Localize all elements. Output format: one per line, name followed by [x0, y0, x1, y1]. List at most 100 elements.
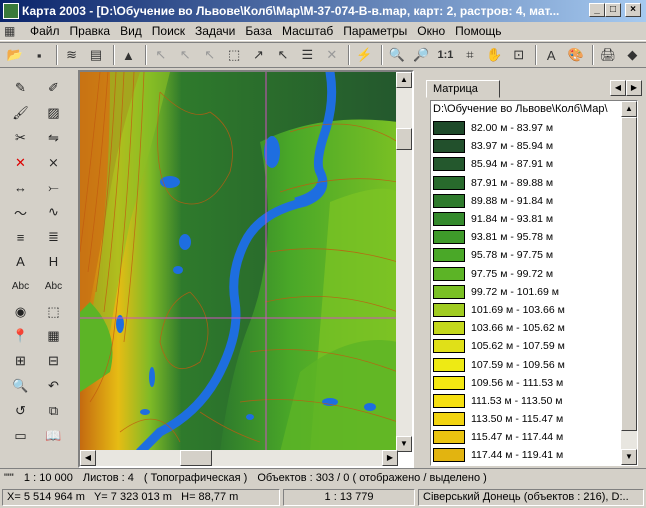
- grid-edit-icon[interactable]: ⊟: [43, 350, 64, 372]
- pan-hand-icon[interactable]: ✋: [484, 44, 505, 66]
- scroll-up-icon[interactable]: ▲: [396, 72, 412, 88]
- select-region-icon[interactable]: ⬚: [43, 301, 64, 323]
- window-icon[interactable]: ▭: [10, 425, 31, 447]
- select-arrow-3-icon[interactable]: ↖: [199, 44, 220, 66]
- tab-prev-icon[interactable]: ◀: [610, 80, 626, 96]
- list-icon[interactable]: ☰: [297, 44, 318, 66]
- fit-view-icon[interactable]: ⌗: [459, 44, 480, 66]
- area-fill-icon[interactable]: ▨: [43, 102, 64, 124]
- text-height-icon[interactable]: H: [43, 251, 64, 273]
- legend-row[interactable]: 93.81 м - 95.78 м: [433, 228, 619, 246]
- select-object-icon[interactable]: ↗: [248, 44, 269, 66]
- legend-row[interactable]: 109.56 м - 111.53 м: [433, 374, 619, 392]
- maximize-button[interactable]: □: [605, 3, 621, 17]
- legend-row[interactable]: 105.62 м - 107.59 м: [433, 337, 619, 355]
- legend-row[interactable]: 115.47 м - 117.44 м: [433, 428, 619, 446]
- scale-one-to-one-button[interactable]: 1:1: [435, 44, 456, 66]
- line-curve-icon[interactable]: ∿: [43, 201, 64, 223]
- menu-file[interactable]: Файл: [25, 24, 65, 38]
- minimize-button[interactable]: _: [589, 3, 605, 17]
- scroll-down-icon[interactable]: ▼: [621, 449, 637, 465]
- menu-scale[interactable]: Масштаб: [277, 24, 338, 38]
- legend-row[interactable]: 101.69 м - 103.66 м: [433, 301, 619, 319]
- legend-row[interactable]: 82.00 м - 83.97 м: [433, 119, 619, 137]
- legend-scrollbar[interactable]: ▲ ▼: [621, 101, 637, 465]
- legend-row[interactable]: 85.94 м - 87.91 м: [433, 155, 619, 173]
- palette-icon[interactable]: 🎨: [565, 44, 586, 66]
- text-abc-icon[interactable]: Abc: [10, 276, 31, 298]
- layer-edit-icon[interactable]: ≣: [43, 226, 64, 248]
- legend-row[interactable]: 97.75 м - 99.72 м: [433, 265, 619, 283]
- menu-search[interactable]: Поиск: [147, 24, 190, 38]
- menu-edit[interactable]: Правка: [65, 24, 116, 38]
- label-icon[interactable]: A: [540, 44, 561, 66]
- legend-row[interactable]: 91.84 м - 93.81 м: [433, 210, 619, 228]
- menu-window[interactable]: Окно: [412, 24, 450, 38]
- map-vertical-scrollbar[interactable]: ▲ ▼: [396, 72, 412, 452]
- zoom-region-icon[interactable]: ⊡: [508, 44, 529, 66]
- scroll-down-icon[interactable]: ▼: [396, 436, 412, 452]
- lightning-icon[interactable]: ⚡: [353, 44, 374, 66]
- select-arrow-2-icon[interactable]: ↖: [175, 44, 196, 66]
- legend-row[interactable]: 119.41 м - 121.38 м: [433, 465, 619, 466]
- zoom-in-icon[interactable]: 🔎: [410, 44, 431, 66]
- legend-row[interactable]: 95.78 м - 97.75 м: [433, 246, 619, 264]
- tab-matrix[interactable]: Матрица: [426, 80, 500, 98]
- layers-icon[interactable]: ≋: [61, 44, 82, 66]
- pin-icon[interactable]: 📍: [10, 325, 31, 347]
- layer-stack-icon[interactable]: ≡: [10, 226, 31, 248]
- pencil-icon[interactable]: ✎: [10, 77, 31, 99]
- menu-help[interactable]: Помощь: [450, 24, 506, 38]
- search-plus-icon[interactable]: 🔍: [10, 375, 31, 397]
- menu-tasks[interactable]: Задачи: [190, 24, 240, 38]
- pencil-edit-icon[interactable]: ✐: [43, 77, 64, 99]
- legend-row[interactable]: 103.66 м - 105.62 м: [433, 319, 619, 337]
- menu-parameters[interactable]: Параметры: [338, 24, 412, 38]
- scroll-left-icon[interactable]: ◀: [80, 450, 96, 466]
- text-tool-icon[interactable]: A: [10, 251, 31, 273]
- legend-row[interactable]: 99.72 м - 101.69 м: [433, 283, 619, 301]
- line-edit-icon[interactable]: 〜: [10, 201, 31, 223]
- map-hscroll-thumb[interactable]: [180, 450, 212, 466]
- brush-icon[interactable]: 🖌: [10, 102, 31, 124]
- legend-row[interactable]: 113.50 м - 115.47 м: [433, 410, 619, 428]
- grid-icon[interactable]: ⊞: [10, 350, 31, 372]
- select-cross-icon[interactable]: ✕: [321, 44, 342, 66]
- select-plus-icon[interactable]: ↖: [272, 44, 293, 66]
- map-canvas[interactable]: [80, 72, 398, 452]
- delete-icon[interactable]: ✕: [10, 152, 31, 174]
- legend-row[interactable]: 83.97 м - 85.94 м: [433, 137, 619, 155]
- scroll-up-icon[interactable]: ▲: [621, 101, 637, 117]
- select-arrow-icon[interactable]: ↖: [150, 44, 171, 66]
- copy-icon[interactable]: ⧉: [43, 400, 64, 422]
- legend-row[interactable]: 111.53 м - 113.50 м: [433, 392, 619, 410]
- dictionary-icon[interactable]: 📖: [43, 425, 64, 447]
- move-point-icon[interactable]: ↔: [10, 177, 31, 199]
- legend-row[interactable]: 107.59 м - 109.56 м: [433, 355, 619, 373]
- open-folder-icon[interactable]: 📂: [4, 44, 25, 66]
- menu-database[interactable]: База: [240, 24, 277, 38]
- legend-row[interactable]: 117.44 м - 119.41 м: [433, 446, 619, 464]
- terrain-icon[interactable]: ▲: [118, 44, 139, 66]
- split-icon[interactable]: ⇋: [43, 127, 64, 149]
- eraser-icon[interactable]: ◆: [622, 44, 643, 66]
- map-vscroll-thumb[interactable]: [396, 128, 412, 150]
- tab-next-icon[interactable]: ▶: [626, 80, 642, 96]
- menu-view[interactable]: Вид: [115, 24, 147, 38]
- map-list-icon[interactable]: ▤: [85, 44, 106, 66]
- undo-icon[interactable]: ↶: [43, 375, 64, 397]
- rotate-icon[interactable]: ↺: [10, 400, 31, 422]
- document-icon[interactable]: ▦: [4, 24, 22, 38]
- table-select-icon[interactable]: ▦: [43, 325, 64, 347]
- legend-scroll-thumb[interactable]: [621, 117, 637, 431]
- insert-point-icon[interactable]: ⤚: [43, 177, 64, 199]
- select-rect-icon[interactable]: ⬚: [223, 44, 244, 66]
- globe-icon[interactable]: ◉: [10, 301, 31, 323]
- close-button[interactable]: ×: [625, 3, 641, 17]
- map-horizontal-scrollbar[interactable]: ◀ ▶: [80, 450, 398, 466]
- text-abc-2-icon[interactable]: Abc: [43, 276, 64, 298]
- save-icon[interactable]: ▪: [28, 44, 49, 66]
- scroll-right-icon[interactable]: ▶: [382, 450, 398, 466]
- delete-point-icon[interactable]: ⨯: [43, 152, 64, 174]
- zoom-out-icon[interactable]: 🔍: [386, 44, 407, 66]
